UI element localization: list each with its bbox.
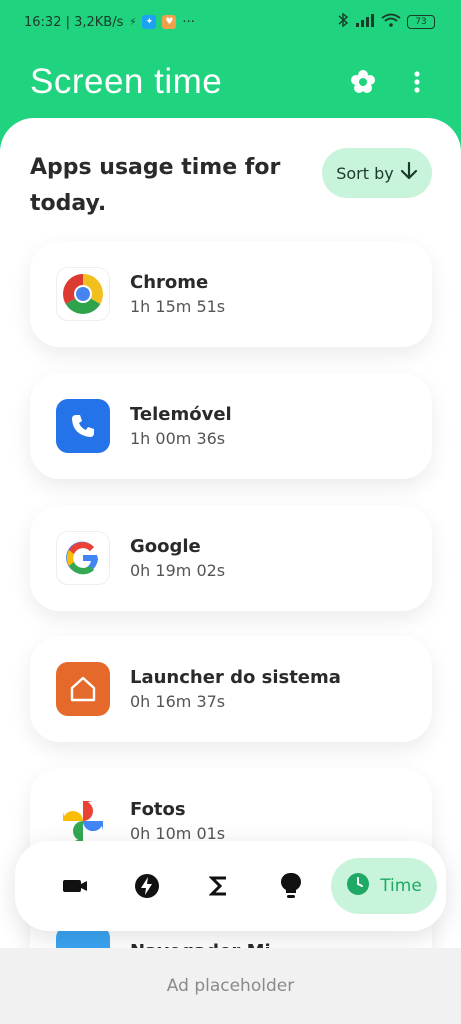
app-text: Launcher do sistema 0h 16m 37s (130, 667, 341, 711)
time-tab[interactable]: Time (331, 858, 437, 914)
status-time: 16:32 | 3,2KB/s (24, 14, 124, 30)
page-title: Screen time (30, 62, 223, 101)
app-name: Launcher do sistema (130, 667, 341, 688)
sort-label: Sort by (336, 163, 394, 183)
app-card-chrome[interactable]: Chrome 1h 15m 51s (30, 241, 432, 347)
flash-icon: ⚡ (129, 16, 137, 28)
bluetooth-icon (337, 12, 349, 32)
clock-icon (346, 872, 370, 901)
twitter-icon: ✦ (142, 15, 157, 29)
app-text: Telemóvel 1h 00m 36s (130, 404, 232, 448)
header-actions (349, 68, 431, 96)
app-text: Fotos 0h 10m 01s (130, 799, 225, 843)
app-name: Fotos (130, 799, 186, 820)
status-left: 16:32 | 3,2KB/s ⚡ ✦ ♥ ··· (24, 15, 195, 30)
lightning-icon[interactable] (111, 858, 183, 914)
ad-label: Ad placeholder (166, 976, 295, 996)
app-time: 1h 00m 36s (130, 429, 226, 448)
status-right: 73 (337, 12, 435, 32)
google-icon (56, 531, 110, 585)
settings-flower-icon[interactable] (349, 68, 377, 96)
more-notifications-icon: ··· (182, 14, 195, 30)
app-text: Chrome 1h 15m 51s (130, 272, 225, 316)
app-name: Chrome (130, 272, 209, 293)
phone-icon (56, 399, 110, 453)
usage-heading: Apps usage time for today. (30, 155, 281, 216)
signal-icon (355, 13, 375, 31)
photos-pinwheel-icon (56, 794, 110, 848)
sigma-icon[interactable] (183, 858, 255, 914)
app-time: 0h 19m 02s (130, 561, 226, 580)
camera-icon[interactable] (39, 858, 111, 914)
wifi-icon (381, 13, 401, 31)
home-icon (56, 662, 110, 716)
app-name: Telemóvel (130, 404, 232, 425)
app-time: 0h 16m 37s (130, 692, 226, 711)
lightbulb-icon[interactable] (255, 858, 327, 914)
app-name: Google (130, 536, 201, 557)
chrome-icon (56, 267, 110, 321)
bottom-nav: Time (15, 841, 446, 931)
time-tab-label: Time (380, 876, 422, 896)
app-card-launcher[interactable]: Launcher do sistema 0h 16m 37s (30, 636, 432, 742)
ad-banner[interactable]: Ad placeholder (0, 948, 461, 1024)
app-card-google[interactable]: Google 0h 19m 02s (30, 505, 432, 611)
app-time: 1h 15m 51s (130, 297, 226, 316)
sort-button[interactable]: Sort by (322, 148, 432, 198)
battery-icon: 73 (407, 15, 435, 29)
arrow-down-icon (400, 161, 418, 185)
app-text: Google 0h 19m 02s (130, 536, 225, 580)
more-vert-icon[interactable] (403, 68, 431, 96)
app-card-phone[interactable]: Telemóvel 1h 00m 36s (30, 373, 432, 479)
status-bar: 16:32 | 3,2KB/s ⚡ ✦ ♥ ··· 73 (0, 0, 461, 44)
app-header: Screen time (0, 44, 461, 120)
heart-app-icon: ♥ (162, 15, 177, 29)
